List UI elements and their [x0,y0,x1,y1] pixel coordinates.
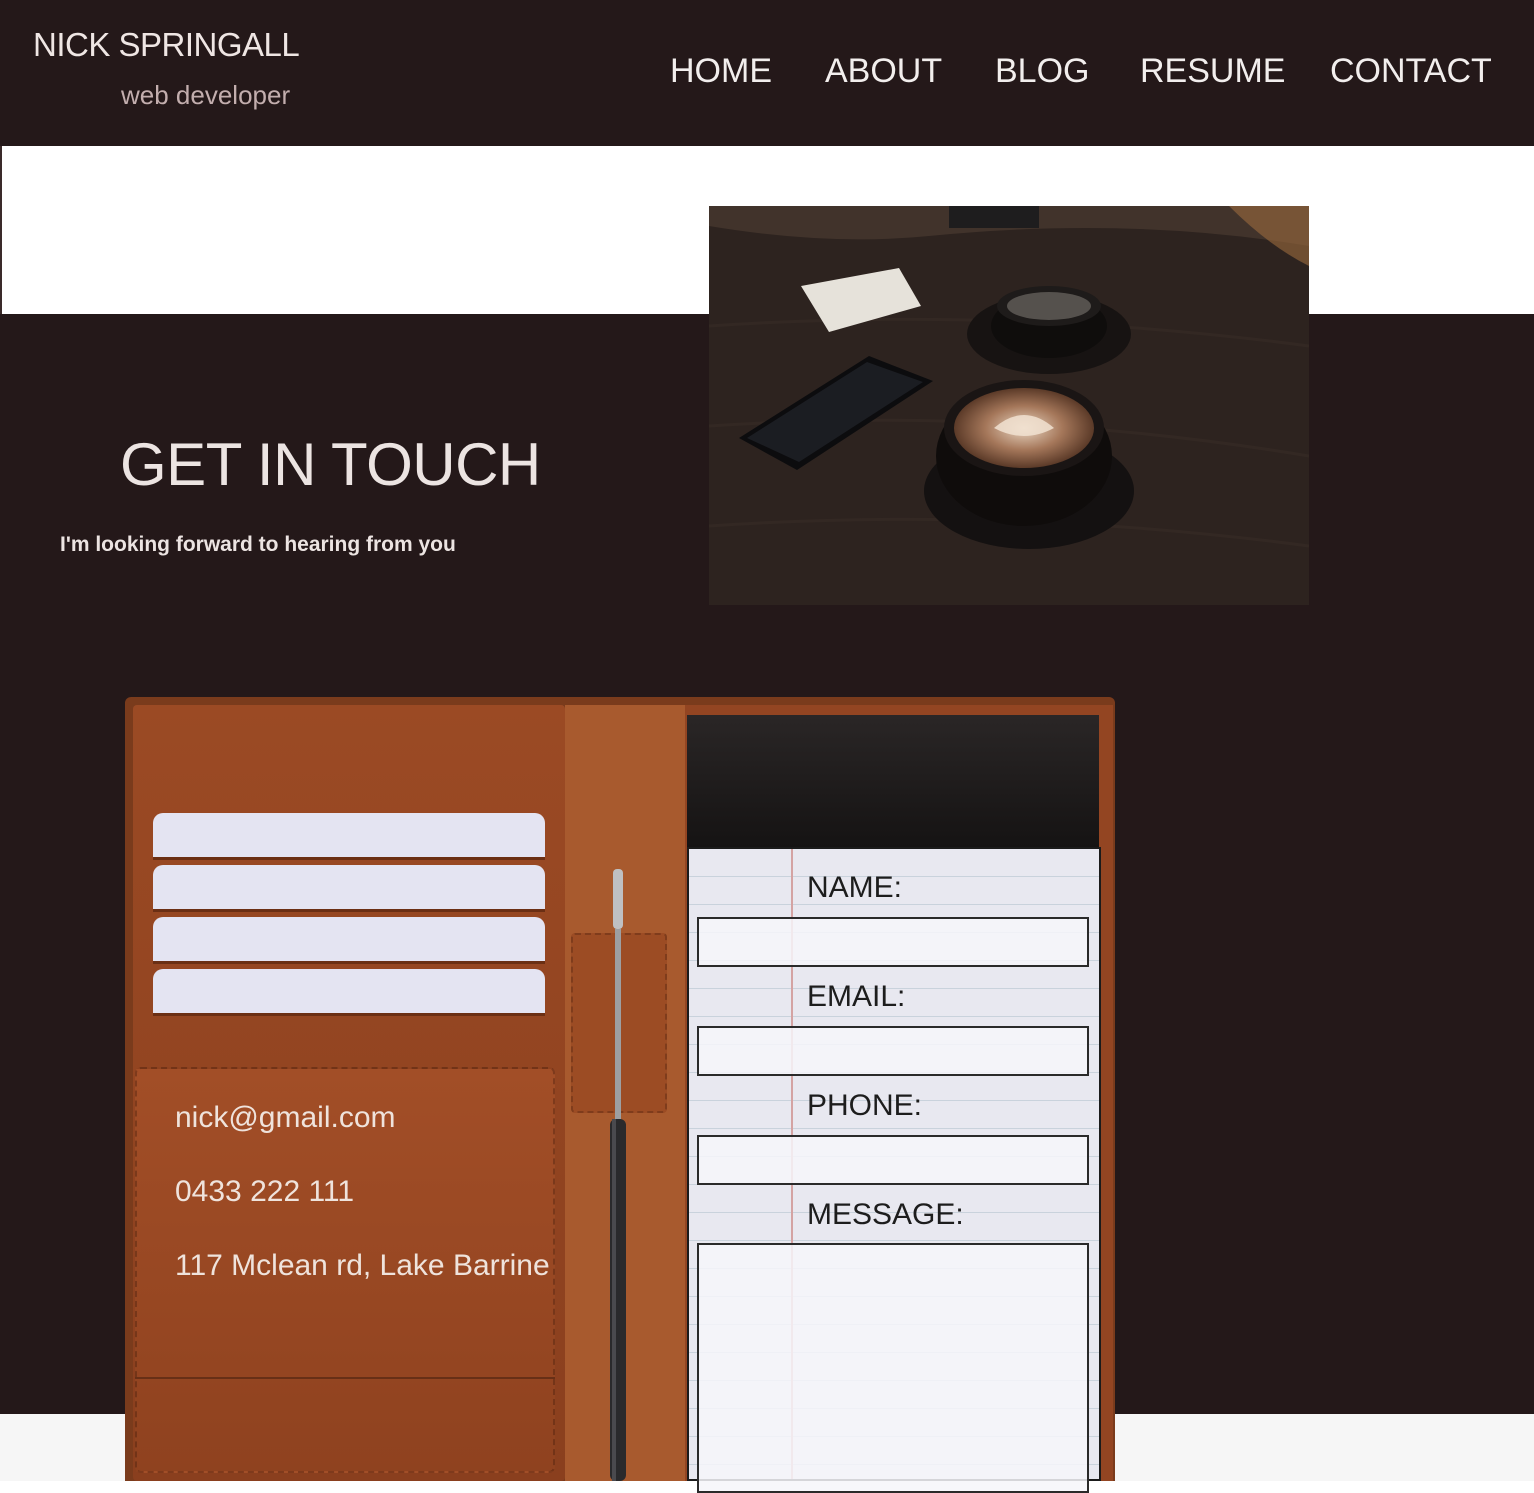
main-nav: HOME ABOUT BLOG RESUME CONTACT [0,52,1534,92]
nav-blog-link[interactable]: BLOG [995,52,1089,91]
phone-input[interactable] [697,1135,1089,1185]
nav-contact-link[interactable]: CONTACT [1330,52,1492,91]
pen-icon [610,869,626,1481]
pocket-seam [135,1377,555,1379]
leather-portfolio: nick@gmail.com 0433 222 111 117 Mclean r… [125,697,1115,1493]
contact-email[interactable]: nick@gmail.com [175,1101,396,1135]
phone-label: PHONE: [807,1089,923,1122]
contact-address: 117 Mclean rd, Lake Barrine [175,1249,550,1282]
name-label: NAME: [807,871,903,904]
name-input[interactable] [697,917,1089,967]
page-subtitle: I'm looking forward to hearing from you [60,533,456,556]
notepad-header [687,715,1099,847]
business-card [153,917,545,961]
business-card [153,969,545,1013]
message-textarea[interactable] [697,1243,1089,1493]
email-input[interactable] [697,1026,1089,1076]
site-header: NICK SPRINGALL web developer HOME ABOUT … [0,0,1534,146]
message-label: MESSAGE: [807,1198,964,1231]
coffee-photo-illustration [709,206,1309,605]
business-card [153,813,545,857]
nav-home-link[interactable]: HOME [670,52,772,91]
contact-phone[interactable]: 0433 222 111 [175,1175,354,1209]
business-card [153,865,545,909]
nav-resume-link[interactable]: RESUME [1140,52,1285,91]
email-label: EMAIL: [807,980,906,1013]
page-title: GET IN TOUCH [120,431,541,498]
nav-about-link[interactable]: ABOUT [825,52,942,91]
coffee-table-photo [709,206,1309,605]
contact-form: NAME: EMAIL: PHONE: MESSAGE: [687,847,1101,1493]
